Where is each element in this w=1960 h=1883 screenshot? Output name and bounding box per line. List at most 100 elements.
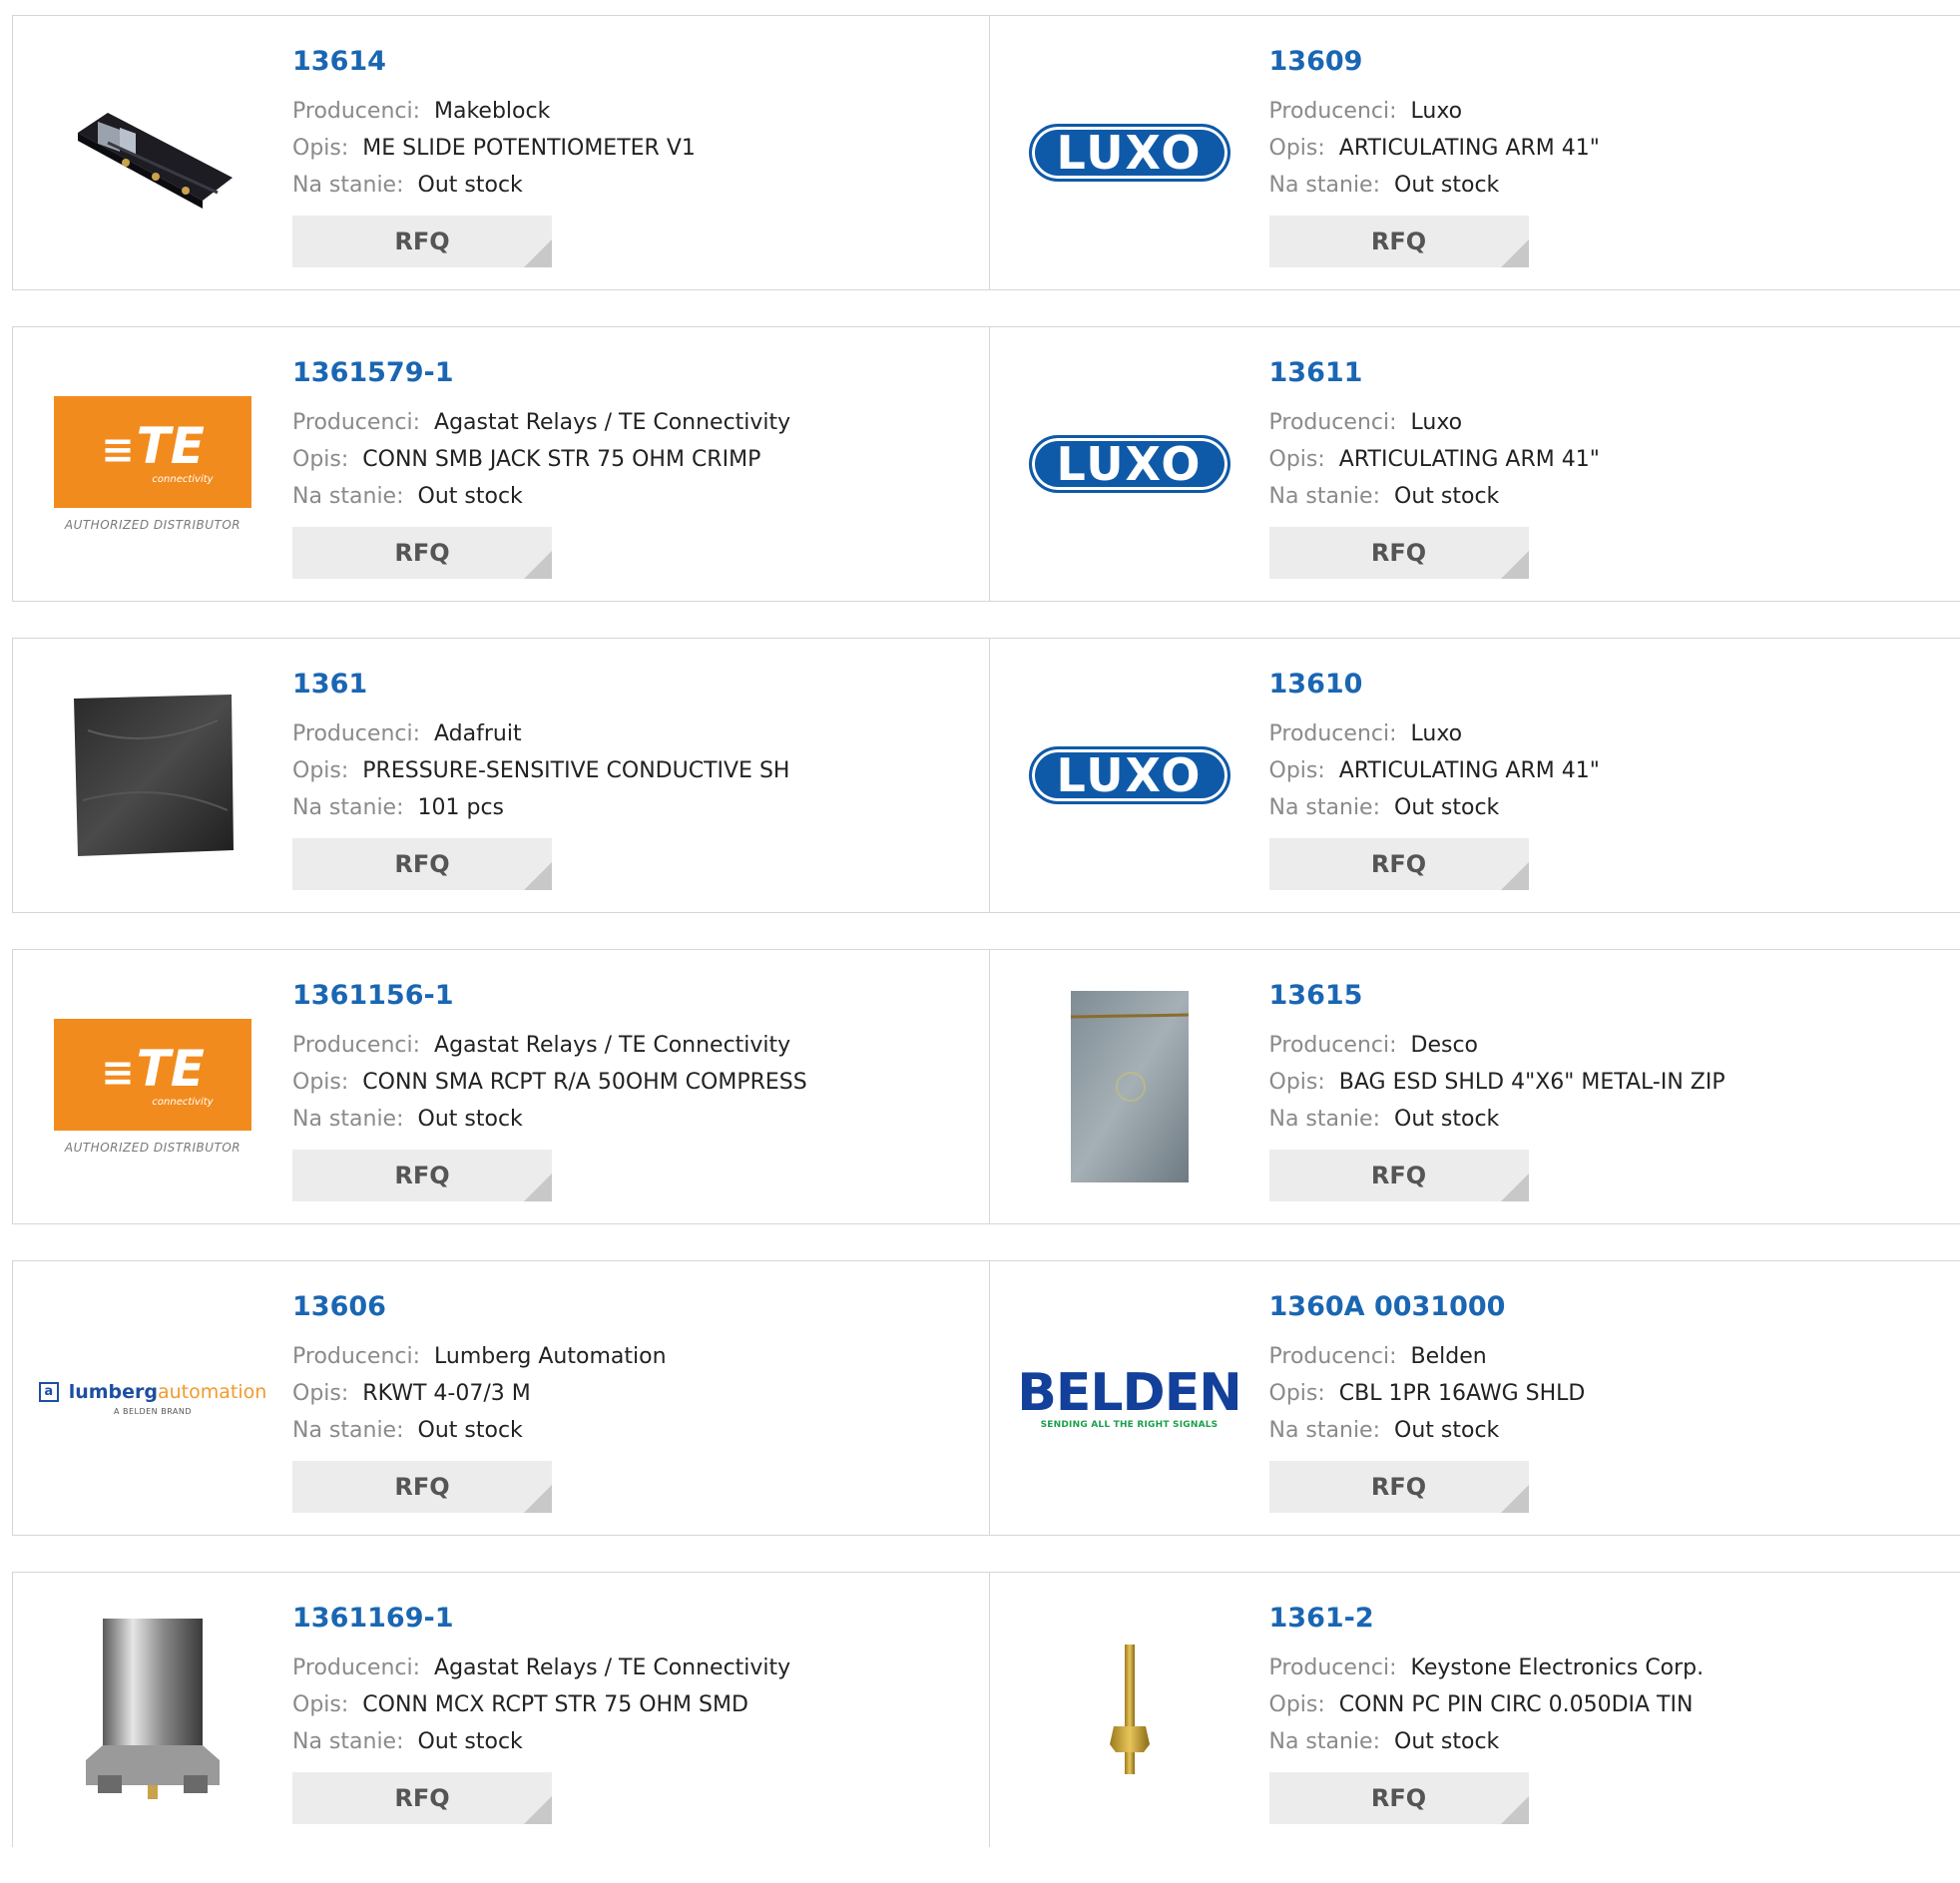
product-info: 1361156-1 Producenci:Agastat Relays / TE…: [292, 980, 807, 1201]
part-number-link[interactable]: 13611: [1269, 357, 1600, 388]
lumberg-logo-sub: A BELDEN BRAND: [114, 1407, 192, 1416]
rfq-button[interactable]: RFQ: [1269, 1461, 1529, 1513]
rfq-label: RFQ: [1371, 1784, 1426, 1812]
description-label: Opis:: [1269, 447, 1325, 472]
manufacturer-value: Keystone Electronics Corp.: [1411, 1655, 1705, 1680]
rfq-button[interactable]: RFQ: [292, 1150, 552, 1201]
corner-triangle-icon: [1501, 239, 1529, 267]
part-number-link[interactable]: 1361: [292, 669, 789, 700]
rfq-label: RFQ: [1371, 1162, 1426, 1189]
description-label: Opis:: [1269, 1692, 1325, 1717]
product-image[interactable]: LUXO: [1028, 362, 1231, 566]
stock-value: 101 pcs: [418, 795, 505, 820]
luxo-logo-icon: LUXO: [1029, 124, 1230, 182]
stock-line: Na stanie:Out stock: [292, 478, 790, 515]
part-number-link[interactable]: 13606: [292, 1291, 667, 1322]
product-image[interactable]: [1028, 985, 1231, 1188]
esd-bag-icon: [1065, 987, 1195, 1186]
corner-triangle-icon: [524, 862, 552, 890]
mcx-connector-icon: [68, 1611, 238, 1810]
stock-value: Out stock: [1394, 484, 1499, 509]
rfq-label: RFQ: [1371, 850, 1426, 878]
rfq-button[interactable]: RFQ: [292, 838, 552, 890]
part-number-link[interactable]: 1361156-1: [292, 980, 807, 1011]
rfq-button[interactable]: RFQ: [292, 1772, 552, 1824]
stock-value: Out stock: [418, 173, 523, 198]
manufacturer-value: Luxo: [1411, 410, 1463, 435]
description-value: ARTICULATING ARM 41": [1339, 758, 1600, 783]
product-image[interactable]: BELDEN SENDING ALL THE RIGHT SIGNALS: [1028, 1296, 1231, 1500]
product-card: 13615 Producenci:Desco Opis:BAG ESD SHLD…: [989, 950, 1960, 1223]
rfq-button[interactable]: RFQ: [292, 1461, 552, 1513]
stock-label: Na stanie:: [1269, 484, 1381, 509]
part-number-link[interactable]: 1361-2: [1269, 1603, 1705, 1634]
stock-label: Na stanie:: [1269, 1729, 1381, 1754]
product-image[interactable]: [51, 674, 254, 877]
product-card: LUXO 13609 Producenci:Luxo Opis:ARTICULA…: [989, 16, 1960, 289]
stock-value: Out stock: [418, 1418, 523, 1443]
rfq-button[interactable]: RFQ: [1269, 527, 1529, 579]
product-image[interactable]: LUXO: [1028, 674, 1231, 877]
rfq-button[interactable]: RFQ: [1269, 838, 1529, 890]
description-label: Opis:: [292, 1692, 348, 1717]
description-line: Opis:PRESSURE-SENSITIVE CONDUCTIVE SH: [292, 752, 789, 789]
manufacturer-label: Producenci:: [1269, 721, 1397, 746]
rfq-button[interactable]: RFQ: [1269, 1772, 1529, 1824]
product-info: 1361 Producenci:Adafruit Opis:PRESSURE-S…: [292, 669, 789, 890]
stock-label: Na stanie:: [1269, 795, 1381, 820]
stock-value: Out stock: [418, 1729, 523, 1754]
product-info: 1361579-1 Producenci:Agastat Relays / TE…: [292, 357, 790, 579]
product-image[interactable]: LUXO: [1028, 51, 1231, 254]
corner-triangle-icon: [1501, 1174, 1529, 1201]
product-image[interactable]: ≡TE connectivity AUTHORIZED DISTRIBUTOR: [51, 362, 254, 566]
product-image[interactable]: [1028, 1609, 1231, 1812]
description-value: ME SLIDE POTENTIOMETER V1: [362, 136, 696, 161]
manufacturer-line: Producenci:Agastat Relays / TE Connectiv…: [292, 1649, 790, 1686]
product-image[interactable]: a lumbergautomation A BELDEN BRAND: [51, 1296, 254, 1500]
manufacturer-line: Producenci:Desco: [1269, 1027, 1725, 1064]
description-value: ARTICULATING ARM 41": [1339, 447, 1600, 472]
rfq-button[interactable]: RFQ: [1269, 1150, 1529, 1201]
part-number-link[interactable]: 1361169-1: [292, 1603, 790, 1634]
stock-value: Out stock: [418, 484, 523, 509]
manufacturer-line: Producenci:Agastat Relays / TE Connectiv…: [292, 1027, 807, 1064]
rfq-button[interactable]: RFQ: [292, 216, 552, 267]
rfq-button[interactable]: RFQ: [1269, 216, 1529, 267]
manufacturer-line: Producenci:Adafruit: [292, 715, 789, 752]
product-image[interactable]: [51, 51, 254, 254]
description-value: CONN PC PIN CIRC 0.050DIA TIN: [1339, 1692, 1694, 1717]
part-number-link[interactable]: 13609: [1269, 46, 1600, 77]
manufacturer-label: Producenci:: [1269, 1344, 1397, 1369]
rfq-button[interactable]: RFQ: [292, 527, 552, 579]
stock-value: Out stock: [418, 1107, 523, 1132]
te-logo-box: ≡TE connectivity: [54, 396, 251, 508]
product-card: a lumbergautomation A BELDEN BRAND 13606…: [13, 1261, 989, 1535]
stock-line: Na stanie:Out stock: [1269, 1412, 1586, 1449]
part-number-link[interactable]: 13615: [1269, 980, 1725, 1011]
part-number-link[interactable]: 13614: [292, 46, 696, 77]
description-value: CONN SMA RCPT R/A 50OHM COMPRESS: [362, 1070, 806, 1095]
part-number-link[interactable]: 1361579-1: [292, 357, 790, 388]
part-number-link[interactable]: 1360A 0031000: [1269, 1291, 1586, 1322]
manufacturer-value: Lumberg Automation: [434, 1344, 667, 1369]
stock-line: Na stanie:Out stock: [292, 1101, 807, 1138]
te-logo-sub: connectivity: [152, 474, 213, 485]
stock-value: Out stock: [1394, 795, 1499, 820]
description-value: ARTICULATING ARM 41": [1339, 136, 1600, 161]
product-image[interactable]: ≡TE connectivity AUTHORIZED DISTRIBUTOR: [51, 985, 254, 1188]
product-image[interactable]: [51, 1609, 254, 1812]
description-label: Opis:: [1269, 1381, 1325, 1406]
manufacturer-value: Agastat Relays / TE Connectivity: [434, 1033, 790, 1058]
te-logo-box: ≡TE connectivity: [54, 1019, 251, 1131]
product-card: 13614 Producenci:Makeblock Opis:ME SLIDE…: [13, 16, 989, 289]
description-label: Opis:: [292, 758, 348, 783]
stock-label: Na stanie:: [1269, 1418, 1381, 1443]
slide-potentiometer-icon: [68, 93, 238, 213]
product-card: 1361-2 Producenci:Keystone Electronics C…: [989, 1573, 1960, 1847]
description-line: Opis:ME SLIDE POTENTIOMETER V1: [292, 130, 696, 167]
manufacturer-line: Producenci:Belden: [1269, 1338, 1586, 1375]
lumberg-square-icon: a: [39, 1382, 59, 1402]
product-info: 1361-2 Producenci:Keystone Electronics C…: [1269, 1603, 1705, 1824]
part-number-link[interactable]: 13610: [1269, 669, 1600, 700]
corner-triangle-icon: [1501, 862, 1529, 890]
